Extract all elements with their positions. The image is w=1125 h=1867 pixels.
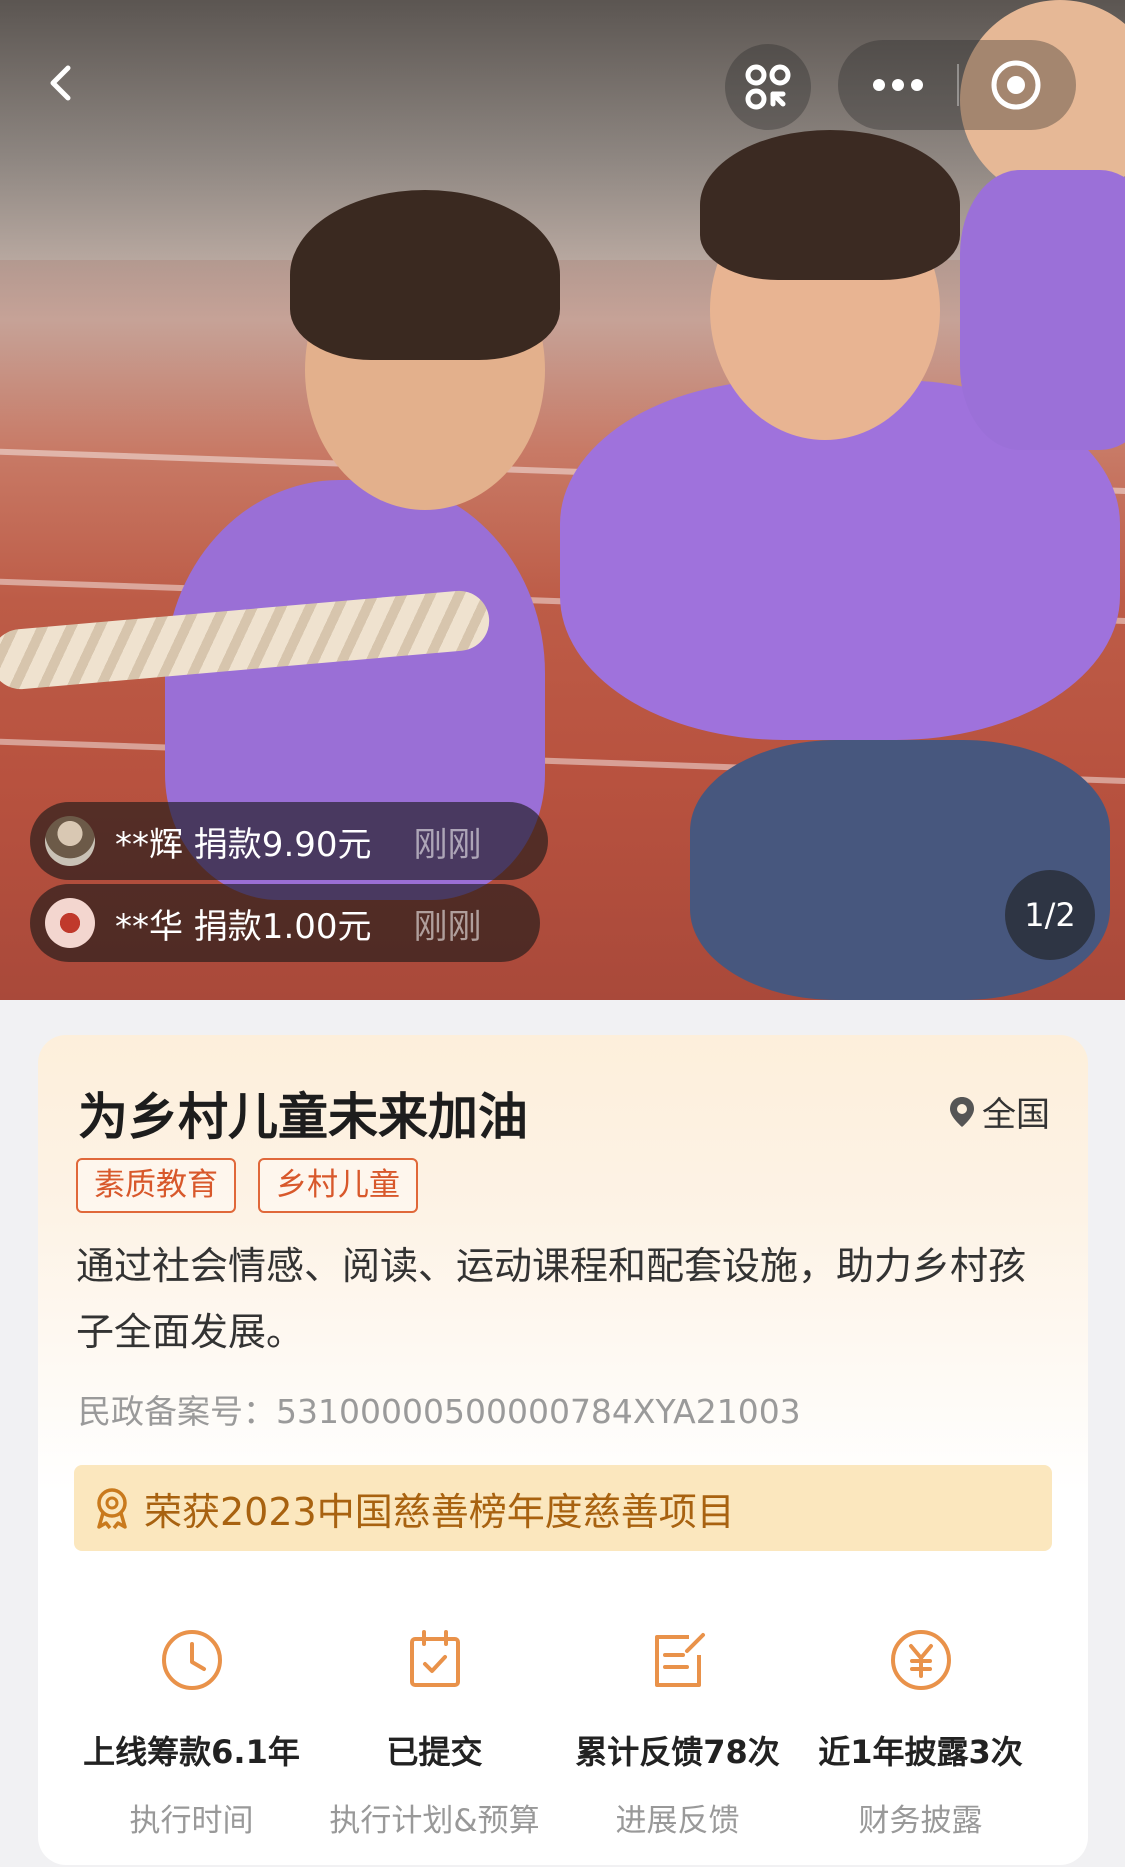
feedback-icon [654, 1633, 705, 1687]
stat-financial-disclosure[interactable]: 近1年披露3次 财务披露 [799, 1625, 1042, 1840]
donation-text: **华 捐款1.00元 [115, 906, 372, 947]
yuan-icon [890, 1630, 951, 1690]
more-dots-icon [873, 79, 923, 91]
stat-value: 累计反馈78次 [575, 1733, 780, 1771]
image-pager-indicator: 1/2 [1005, 870, 1095, 960]
award-medal-icon [97, 1488, 127, 1530]
photo-child-jacket [960, 170, 1125, 450]
tag-quality-education[interactable]: 素质教育 [76, 1158, 236, 1213]
back-button[interactable] [36, 58, 86, 108]
photo-child-hair [290, 190, 560, 360]
photo-child-hair [700, 130, 960, 280]
mini-program-capsule [838, 40, 1076, 130]
donation-text: **辉 捐款9.90元 [115, 824, 372, 865]
stat-label: 执行时间 [129, 1803, 254, 1839]
avatar [45, 898, 95, 948]
tag-rural-children[interactable]: 乡村儿童 [258, 1158, 418, 1213]
stat-value: 上线筹款6.1年 [83, 1733, 300, 1771]
scan-button[interactable] [725, 44, 811, 130]
stat-execution-time[interactable]: 上线筹款6.1年 执行时间 [70, 1625, 313, 1840]
stat-label: 进展反馈 [615, 1803, 740, 1839]
hero-photo[interactable]: **辉 捐款9.90元 刚刚 **华 捐款1.00元 刚刚 1/2 [0, 0, 1125, 1000]
project-location[interactable]: 全国 [948, 1087, 1050, 1136]
stat-label: 财务披露 [858, 1803, 983, 1839]
chevron-left-icon [50, 65, 71, 101]
stat-value: 近1年披露3次 [818, 1733, 1023, 1771]
award-text: 荣获2023中国慈善榜年度慈善项目 [144, 1489, 735, 1534]
project-description: 通过社会情感、阅读、运动课程和配套设施，助力乡村孩子全面发展。 [76, 1244, 1027, 1354]
donation-time: 刚刚 [413, 906, 482, 947]
stat-progress-feedback[interactable]: 累计反馈78次 进展反馈 [556, 1625, 799, 1840]
donation-ticker-item: **辉 捐款9.90元 刚刚 [30, 802, 548, 880]
clock-icon [161, 1630, 222, 1690]
award-banner[interactable]: 荣获2023中国慈善榜年度慈善项目 [74, 1465, 1052, 1551]
close-mini-program-button[interactable] [957, 40, 1076, 130]
scan-code-icon [745, 64, 791, 110]
donation-time: 刚刚 [413, 824, 482, 865]
project-tags: 素质教育 乡村儿童 [76, 1158, 440, 1213]
project-info-card: 为乡村儿童未来加油 全国 素质教育 乡村儿童 通过社会情感、阅读、运动课程和配套… [38, 1035, 1088, 1865]
avatar [45, 816, 95, 866]
location-label: 全国 [982, 1095, 1050, 1135]
civil-affairs-record-number: 民政备案号：53100000500000784XYA21003 [78, 1392, 801, 1431]
project-title: 为乡村儿童未来加油 [78, 1088, 528, 1146]
stat-plan-budget[interactable]: 已提交 执行计划&预算 [313, 1625, 556, 1840]
location-pin-icon [950, 1096, 974, 1127]
target-circle-icon [991, 60, 1041, 110]
donation-ticker-item: **华 捐款1.00元 刚刚 [30, 884, 540, 962]
stat-label: 执行计划&预算 [329, 1803, 540, 1839]
project-stats: 上线筹款6.1年 执行时间 已提交 执行计划&预算 累计反馈78次 进展反馈 近… [38, 1625, 1088, 1840]
more-button[interactable] [838, 40, 957, 130]
calendar-check-icon [409, 1630, 460, 1687]
stat-value: 已提交 [386, 1733, 483, 1771]
